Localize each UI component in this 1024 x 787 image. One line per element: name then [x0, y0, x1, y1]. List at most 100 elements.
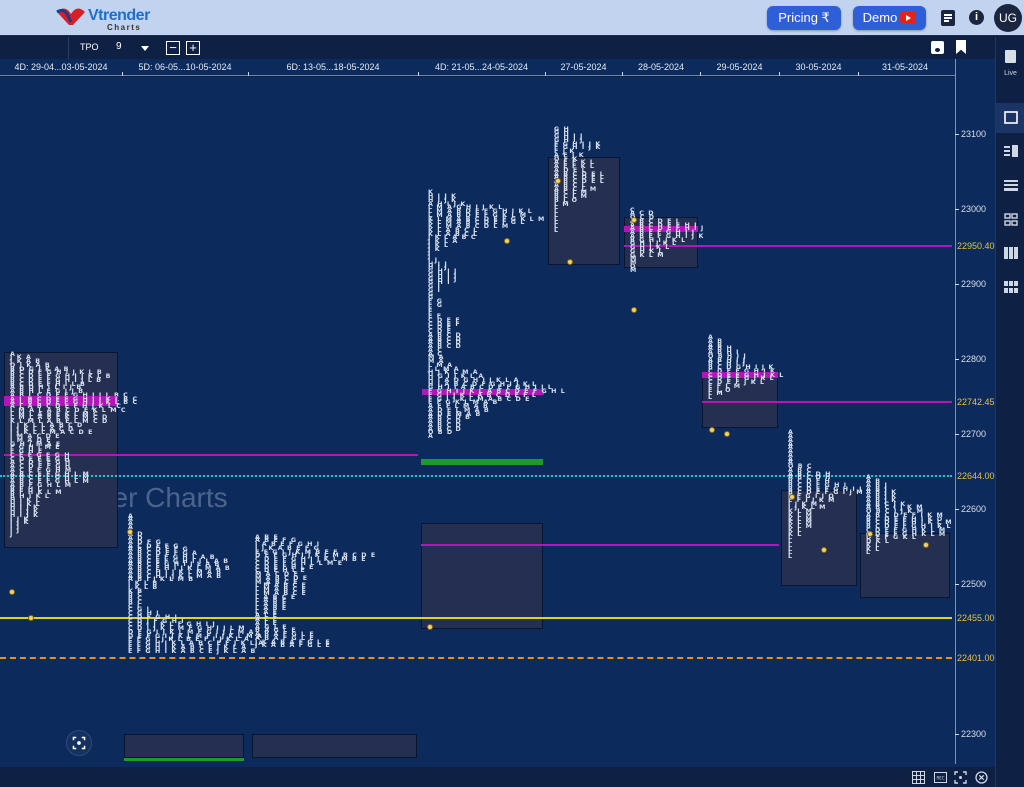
- chevron-down-icon[interactable]: [141, 46, 149, 51]
- list-icon[interactable]: [941, 10, 955, 26]
- save-icon[interactable]: [931, 41, 944, 54]
- level-label: 22742.45: [957, 397, 995, 408]
- period-header: 4D: 29-04...03-05-2024 5D: 06-05...10-05-…: [0, 59, 955, 76]
- open-marker: [789, 494, 795, 500]
- tpo-row: M: [630, 266, 638, 274]
- brand-sub: Charts: [107, 23, 142, 32]
- columns-icon: [1004, 247, 1018, 259]
- period-label: 30-05-2024: [795, 62, 842, 72]
- period-label: 31-05-2024: [881, 62, 929, 72]
- level-label: 22401.00: [957, 653, 995, 664]
- top-bar: Vtrender Charts Pricing ₹ Demo i UG: [0, 0, 1024, 36]
- y-tick: [955, 284, 959, 285]
- y-tick: [955, 359, 959, 360]
- period-divider-tick: [248, 72, 249, 76]
- open-marker: [427, 623, 433, 630]
- vtrender-logo[interactable]: Vtrender Charts: [55, 4, 155, 32]
- zoom-out-button[interactable]: −: [166, 41, 180, 55]
- single-pane-icon: [1004, 111, 1018, 124]
- focus-icon[interactable]: [954, 771, 967, 784]
- open-marker: [28, 614, 34, 621]
- layout-panel: Live: [995, 37, 1024, 787]
- open-marker: [923, 542, 929, 548]
- demo-label: Demo: [862, 10, 898, 25]
- rec-icon[interactable]: REC: [934, 771, 947, 784]
- level-label: 22644.00: [957, 471, 995, 481]
- open-marker: [127, 528, 133, 535]
- y-tick-label: 22500: [961, 579, 987, 589]
- tpo-chart-area[interactable]: Vtrender Charts AJ K AJ K A BD J K A BB …: [0, 77, 955, 767]
- close-circle-icon[interactable]: [975, 771, 988, 784]
- y-tick: [955, 584, 959, 585]
- y-tick: [955, 509, 959, 510]
- period-divider-tick: [545, 72, 546, 76]
- level-label: 22455.00: [957, 612, 995, 623]
- y-tick-label: 23000: [961, 204, 987, 214]
- period-label: 4D: 29-04...03-05-2024: [14, 62, 108, 72]
- period-divider-tick: [622, 72, 623, 76]
- level-line-poc-29-05: [702, 401, 952, 404]
- value-area-box: [124, 734, 244, 758]
- level-label: 22950.40: [957, 241, 995, 252]
- open-marker: [709, 426, 715, 433]
- y-tick: [955, 734, 959, 735]
- y-tick: [955, 209, 959, 210]
- grid-3x2-icon: [1004, 281, 1018, 293]
- tpo-row: L: [866, 549, 872, 557]
- avatar[interactable]: UG: [994, 4, 1022, 32]
- open-marker: [504, 237, 510, 244]
- period-label: 6D: 13-05...18-05-2024: [286, 62, 380, 72]
- tpo-row: J K A B A F G L E: [255, 642, 331, 650]
- toolbar-divider: [68, 37, 69, 59]
- focus-icon: [72, 736, 86, 750]
- live-button[interactable]: Live: [996, 48, 1024, 77]
- layout-grid-3x2[interactable]: [996, 273, 1024, 303]
- period-label: 28-05-2024: [637, 62, 685, 72]
- y-tick-label: 23100: [961, 129, 987, 139]
- fullscreen-button[interactable]: [66, 730, 92, 756]
- tpo-row: L: [788, 553, 794, 560]
- layout-split-list[interactable]: [996, 137, 1024, 167]
- period-divider-tick: [418, 72, 419, 76]
- level-line-level-orange: [0, 657, 952, 660]
- open-marker: [631, 307, 637, 314]
- tpo-row: J: [10, 530, 14, 538]
- period-label: 5D: 06-05...10-05-2024: [138, 62, 232, 72]
- layout-single[interactable]: [996, 103, 1024, 133]
- tpo-size-select[interactable]: 9: [116, 41, 122, 52]
- pricing-button[interactable]: Pricing ₹: [767, 6, 841, 30]
- document-icon: [1005, 50, 1016, 63]
- tpo-row: E F G H I K A B C E J K L A B: [128, 647, 257, 655]
- chart-toolbar: TPO 9 − +: [0, 37, 995, 59]
- y-tick-label: 22900: [961, 279, 987, 289]
- period-divider-tick: [700, 72, 701, 76]
- mode-label: TPO: [80, 42, 99, 52]
- layout-grid-2x2[interactable]: [996, 205, 1024, 235]
- bottom-bar: REC: [0, 767, 995, 787]
- poc-extension-line: [421, 544, 779, 546]
- value-area-box: [252, 734, 417, 758]
- value-area-box: [421, 523, 543, 629]
- logo-v-icon: [56, 8, 85, 25]
- split-list-icon: [1004, 145, 1018, 157]
- zoom-in-button[interactable]: +: [186, 41, 200, 55]
- y-tick-label: 22700: [961, 429, 987, 439]
- grid-icon[interactable]: [912, 771, 925, 784]
- layout-columns[interactable]: [996, 239, 1024, 269]
- open-marker: [867, 530, 873, 537]
- pricing-label: Pricing ₹: [778, 10, 830, 25]
- demo-button[interactable]: Demo: [853, 6, 926, 30]
- youtube-icon: [900, 12, 917, 23]
- tpo-row: L: [554, 226, 560, 234]
- info-icon[interactable]: i: [969, 10, 984, 25]
- grid-2x2-icon: [1004, 213, 1018, 226]
- period-divider-tick: [779, 72, 780, 76]
- y-tick: [955, 134, 959, 135]
- svg-text:REC: REC: [936, 775, 944, 780]
- rows-icon: [1004, 180, 1018, 191]
- ib-band: [421, 459, 543, 465]
- open-marker: [9, 588, 15, 595]
- layout-rows[interactable]: [996, 171, 1024, 201]
- live-label: Live: [1004, 70, 1017, 77]
- period-divider-tick: [858, 72, 859, 76]
